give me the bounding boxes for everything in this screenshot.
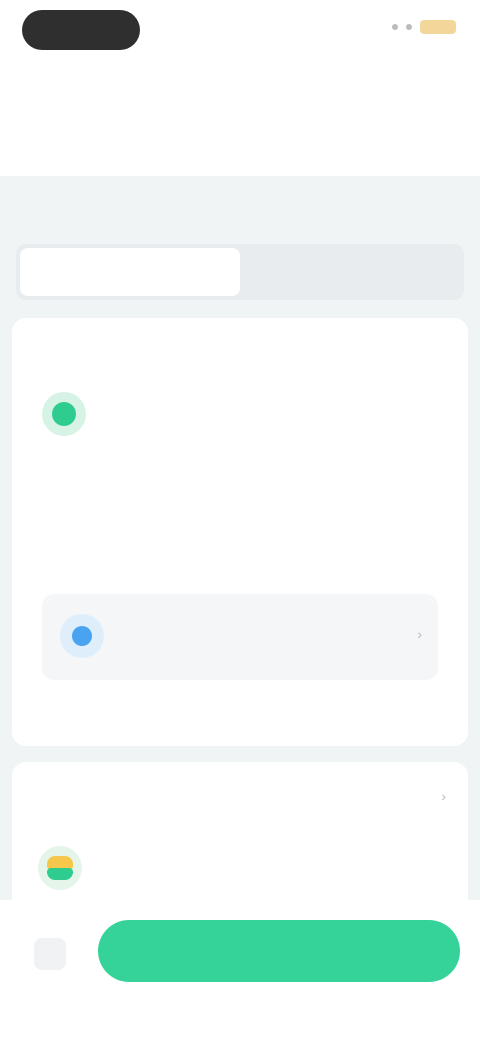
yellow-green-icon xyxy=(38,846,82,890)
overview-card: › xyxy=(12,318,468,746)
bottom-bar xyxy=(0,900,480,1040)
card-row[interactable] xyxy=(36,384,444,444)
status-bar xyxy=(0,0,480,60)
status-time-pill xyxy=(22,10,140,50)
wifi-icon xyxy=(406,24,412,30)
signal-icon xyxy=(392,24,398,30)
green-circle-icon xyxy=(42,392,86,436)
home-icon[interactable] xyxy=(34,938,66,970)
blue-circle-icon xyxy=(60,614,104,658)
status-indicators xyxy=(392,20,456,34)
primary-cta-button[interactable] xyxy=(98,920,460,982)
battery-icon xyxy=(420,20,456,34)
tab-bar xyxy=(0,128,480,176)
segment-option-1[interactable] xyxy=(20,248,240,296)
header xyxy=(0,60,480,116)
chevron-right-icon[interactable]: › xyxy=(441,788,446,804)
header-action-button[interactable] xyxy=(420,78,456,98)
info-box[interactable]: › xyxy=(42,594,438,680)
chevron-right-icon: › xyxy=(417,626,422,642)
segmented-control xyxy=(16,244,464,300)
segment-option-2[interactable] xyxy=(244,244,464,300)
